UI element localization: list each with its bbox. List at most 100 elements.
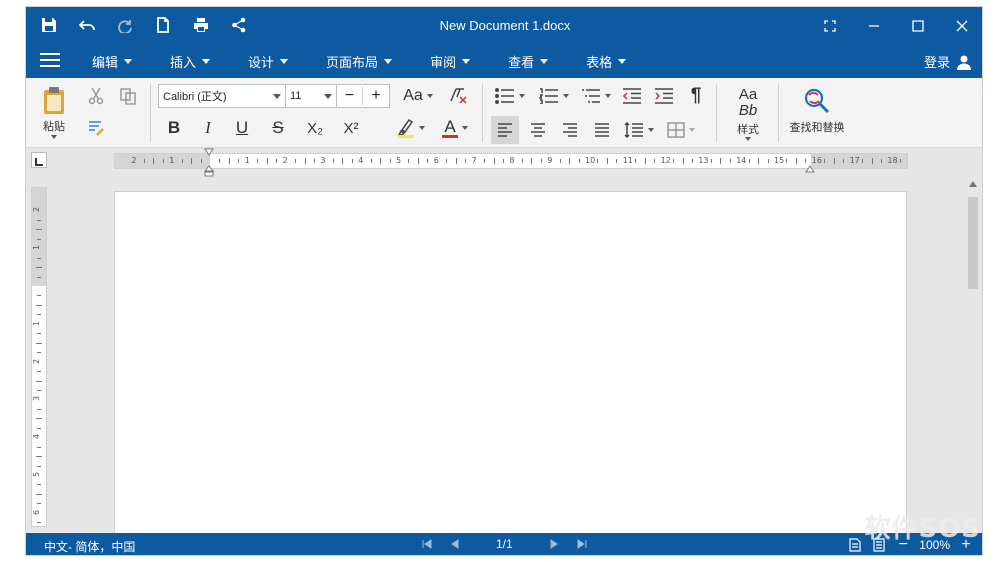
- menu-view[interactable]: 查看: [508, 44, 562, 78]
- chevron-down-icon: [563, 94, 569, 98]
- web-layout-view-button[interactable]: [871, 537, 887, 553]
- ruler-tick: [228, 158, 230, 164]
- vertical-scrollbar[interactable]: [966, 181, 980, 529]
- superscript-button[interactable]: X²: [338, 116, 364, 140]
- decrease-indent-icon: [622, 88, 641, 104]
- menu-review[interactable]: 审阅: [430, 44, 484, 78]
- title-bar: New Document 1.docx: [26, 7, 982, 44]
- line-spacing-button[interactable]: [620, 116, 658, 144]
- vertical-ruler[interactable]: 2 1 1 2 3 4 5 6: [31, 187, 47, 527]
- ruler-tick: [370, 159, 372, 163]
- chevron-down-icon: [648, 128, 654, 132]
- borders-button[interactable]: [662, 116, 700, 144]
- font-name-dropdown[interactable]: Calibri (正文): [158, 84, 286, 108]
- chevron-down-icon: [419, 126, 425, 130]
- copy-button[interactable]: [116, 84, 140, 108]
- menu-design[interactable]: 设计: [248, 44, 302, 78]
- ruler-tick: [729, 159, 731, 163]
- align-right-button[interactable]: [556, 116, 584, 144]
- minimize-button[interactable]: [852, 7, 896, 44]
- maximize-icon: [912, 19, 924, 32]
- increase-font-size-button[interactable]: +: [363, 87, 389, 105]
- multilevel-list-button[interactable]: [578, 84, 614, 108]
- ruler-tick: [257, 159, 259, 163]
- styles-button[interactable]: Aa Bb 样式: [726, 82, 770, 146]
- print-layout-view-button[interactable]: [847, 537, 863, 553]
- close-button[interactable]: [940, 7, 982, 44]
- show-formatting-marks-button[interactable]: ¶: [684, 84, 708, 108]
- fullscreen-button[interactable]: [808, 7, 852, 44]
- next-page-button[interactable]: [547, 537, 561, 551]
- align-left-button[interactable]: [491, 116, 519, 144]
- menu-bar: 编辑 插入 设计 页面布局 审阅 查看 表格 登录: [26, 44, 982, 78]
- menu-edit[interactable]: 编辑: [92, 44, 146, 78]
- hamburger-menu-icon[interactable]: [40, 53, 60, 69]
- font-color-button[interactable]: A: [436, 116, 474, 140]
- right-indent-marker[interactable]: [805, 165, 815, 173]
- menu-page-layout[interactable]: 页面布局: [326, 44, 406, 78]
- italic-button[interactable]: I: [196, 116, 220, 140]
- ruler-number: 6: [433, 156, 439, 165]
- hanging-indent-marker[interactable]: [204, 165, 214, 177]
- ruler-tick: [465, 159, 467, 163]
- fullscreen-icon: [824, 19, 836, 32]
- justify-button[interactable]: [588, 116, 616, 144]
- ruler-number: 2: [32, 207, 42, 213]
- ruler-tick: [748, 159, 750, 163]
- find-replace-button[interactable]: 查找和替换: [786, 82, 848, 138]
- last-page-button[interactable]: [575, 537, 589, 551]
- chevron-down-icon: [618, 58, 627, 64]
- ruler-number: 17: [849, 156, 860, 165]
- first-line-indent-marker[interactable]: [204, 148, 214, 156]
- document-page[interactable]: [114, 191, 907, 536]
- paste-button[interactable]: 粘贴: [36, 82, 72, 142]
- change-case-button[interactable]: Aa: [398, 84, 438, 108]
- strikethrough-button[interactable]: S: [266, 116, 290, 140]
- italic-label: I: [205, 118, 211, 137]
- menu-insert[interactable]: 插入: [170, 44, 224, 78]
- maximize-button[interactable]: [896, 7, 940, 44]
- ruler-number: 6: [32, 509, 42, 515]
- ruler-tick: [427, 159, 429, 163]
- horizontal-ruler[interactable]: 2 1 1 2 3 4 5 6 7 8 9 10 11 12 13 14 15 16 17 18: [114, 153, 908, 169]
- underline-button[interactable]: U: [230, 116, 254, 140]
- bullets-button[interactable]: [492, 84, 528, 108]
- clipboard-icon: [44, 86, 64, 114]
- clear-formatting-button[interactable]: [446, 84, 470, 108]
- cut-button[interactable]: [84, 84, 108, 108]
- decrease-font-size-button[interactable]: −: [337, 87, 363, 105]
- subscript-button[interactable]: X₂: [302, 116, 328, 140]
- highlight-color-button[interactable]: [392, 116, 430, 140]
- find-replace-icon: [804, 88, 830, 113]
- zoom-in-button[interactable]: +: [958, 536, 974, 553]
- align-center-button[interactable]: [524, 116, 552, 144]
- ruler-number: 18: [887, 156, 898, 165]
- zoom-level[interactable]: 100%: [919, 538, 950, 552]
- ruler-number: 3: [320, 156, 326, 165]
- login-button[interactable]: 登录: [924, 52, 972, 71]
- language-indicator[interactable]: 中文- 简体，中国: [44, 538, 135, 555]
- ruler-number: 1: [32, 320, 42, 326]
- font-color-bar: [442, 134, 458, 138]
- tab-stop-selector[interactable]: [31, 152, 47, 168]
- ruler-tick: [153, 158, 155, 164]
- ruler-tick: [654, 159, 656, 163]
- zoom-out-button[interactable]: −: [895, 536, 911, 553]
- scrollbar-thumb[interactable]: [968, 197, 978, 289]
- bold-button[interactable]: B: [162, 116, 186, 140]
- first-page-button[interactable]: [420, 537, 434, 551]
- font-size-dropdown[interactable]: 11: [285, 84, 337, 108]
- ruler-number: 11: [622, 156, 633, 165]
- increase-indent-button[interactable]: [652, 84, 676, 108]
- decrease-indent-button[interactable]: [620, 84, 644, 108]
- ruler-tick: [606, 158, 608, 164]
- previous-page-button[interactable]: [448, 537, 462, 551]
- menu-table[interactable]: 表格: [586, 44, 640, 78]
- ruler-number: 10: [585, 156, 596, 165]
- scroll-up-arrow-icon[interactable]: [969, 181, 977, 187]
- app-window: New Document 1.docx 编辑 插入 设计 页面布局 审阅 查看: [25, 6, 983, 556]
- format-painter-button[interactable]: [84, 116, 108, 140]
- ruler-tick: [36, 493, 42, 495]
- numbering-button[interactable]: [536, 84, 572, 108]
- ruler-number: 1: [32, 245, 42, 251]
